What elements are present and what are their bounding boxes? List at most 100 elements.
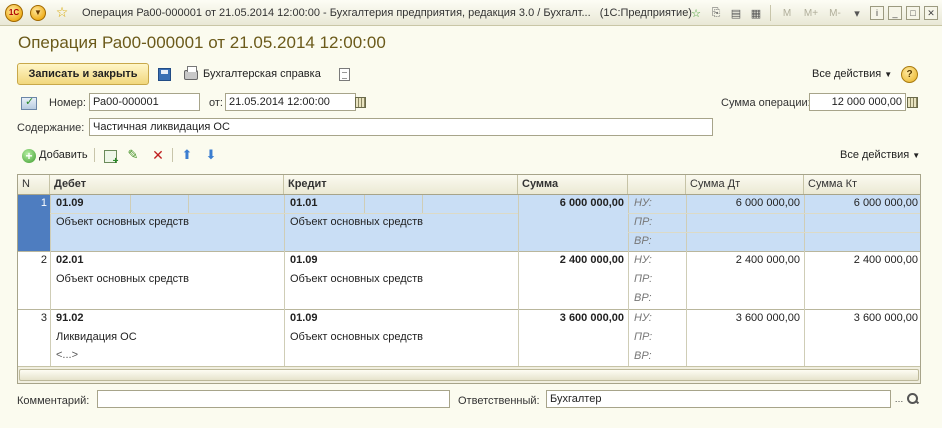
save-and-close-button[interactable]: Записать и закрыть — [17, 63, 149, 85]
type-nu-label: НУ: — [634, 197, 652, 209]
favorites-star-icon[interactable]: ☆ — [52, 3, 72, 23]
row-number: 1 — [18, 195, 50, 251]
app-logo-icon[interactable]: 1С — [4, 3, 24, 23]
type-pr-label: ПР: — [634, 331, 653, 343]
type-nu-label: НУ: — [634, 254, 652, 266]
row-sum-dt[interactable]: 6 000 000,00 — [686, 197, 804, 209]
delete-icon[interactable]: ✕ — [149, 146, 167, 164]
maximize-icon[interactable]: □ — [906, 6, 920, 20]
page-title: Операция Ра00-000001 от 21.05.2014 12:00… — [18, 33, 386, 52]
content-field[interactable]: Частичная ликвидация ОС — [89, 118, 713, 136]
debit-subconto[interactable]: Объект основных средств — [52, 273, 282, 285]
posted-status-icon — [20, 94, 38, 112]
type-vr-label: ВР: — [634, 235, 652, 247]
debit-account[interactable]: 02.01 — [52, 254, 130, 266]
type-nu-label: НУ: — [634, 312, 652, 324]
toolbar-separator — [172, 148, 173, 162]
row-sum-dt[interactable]: 2 400 000,00 — [686, 254, 804, 266]
horizontal-scrollbar[interactable] — [18, 366, 920, 383]
debit-account[interactable]: 01.09 — [52, 197, 130, 209]
printer-icon[interactable] — [182, 66, 200, 84]
row-sum[interactable]: 6 000 000,00 — [518, 197, 628, 209]
save-disk-icon[interactable] — [155, 65, 173, 83]
credit-account[interactable]: 01.09 — [286, 312, 364, 324]
credit-subconto[interactable]: Объект основных средств — [286, 273, 516, 285]
amount-field[interactable]: 12 000 000,00 — [809, 93, 906, 111]
row-sum-kt[interactable]: 3 600 000,00 — [804, 312, 920, 324]
calendar-icon[interactable]: ▦ — [747, 4, 765, 22]
copy-link-icon[interactable]: ⎘ — [707, 4, 725, 22]
credit-account[interactable]: 01.01 — [286, 197, 364, 209]
header-sum-kt[interactable]: Сумма Кт — [804, 175, 920, 194]
debit-subconto[interactable]: Объект основных средств — [52, 216, 282, 228]
help-button[interactable]: ? — [901, 66, 918, 83]
chevron-down-icon: ▼ — [30, 4, 46, 21]
credit-subconto[interactable]: Объект основных средств — [286, 331, 516, 343]
debit-subconto-empty[interactable]: <...> — [52, 349, 282, 361]
row-sum-kt[interactable]: 2 400 000,00 — [804, 254, 920, 266]
chevron-down-icon[interactable]: ▾ — [848, 4, 866, 22]
table-row[interactable]: 3 91.02 Ликвидация ОС <...> 01.09 Объект… — [18, 310, 920, 367]
row-number: 3 — [40, 312, 47, 324]
minimize-icon[interactable]: _ — [888, 6, 902, 20]
chevron-down-icon: ▼ — [884, 70, 893, 79]
add-favorite-icon[interactable]: ☆ — [687, 4, 705, 22]
comment-field[interactable] — [97, 390, 450, 408]
row-sum-dt[interactable]: 3 600 000,00 — [686, 312, 804, 324]
scrollbar-thumb[interactable] — [19, 369, 919, 381]
amount-label: Сумма операции: — [721, 97, 811, 109]
comment-label: Комментарий: — [17, 395, 90, 407]
document-icon[interactable] — [335, 65, 353, 83]
search-icon[interactable] — [907, 393, 919, 405]
content-label: Содержание: — [17, 122, 85, 134]
type-vr-label: ВР: — [634, 292, 652, 304]
header-sum[interactable]: Сумма — [518, 175, 628, 194]
memory-plus-button[interactable]: M+ — [800, 4, 822, 22]
type-pr-label: ПР: — [634, 216, 653, 228]
memory-minus-button[interactable]: M- — [824, 4, 846, 22]
table-row[interactable]: 2 02.01 Объект основных средств 01.09 Об… — [18, 252, 920, 310]
toolbar-separator — [94, 148, 95, 162]
header-sum-dt[interactable]: Сумма Дт — [686, 175, 804, 194]
number-field[interactable]: Ра00-000001 — [89, 93, 200, 111]
main-menu-button[interactable]: ▼ — [28, 3, 48, 23]
row-sum[interactable]: 2 400 000,00 — [518, 254, 628, 266]
table-row[interactable]: 1 01.09 Объект основных средств 01.01 Об… — [18, 195, 920, 252]
move-up-icon[interactable]: ⬆ — [178, 146, 196, 164]
memory-button[interactable]: M — [776, 4, 798, 22]
debit-account[interactable]: 91.02 — [52, 312, 130, 324]
copy-row-icon[interactable] — [101, 147, 119, 167]
table-header: N Дебет Кредит Сумма Сумма Дт Сумма Кт — [18, 175, 920, 195]
row-sum-kt[interactable]: 6 000 000,00 — [804, 197, 920, 209]
row-sum[interactable]: 3 600 000,00 — [518, 312, 628, 324]
info-icon[interactable]: i — [870, 6, 884, 20]
responsible-label: Ответственный: — [458, 395, 540, 407]
entries-table[interactable]: N Дебет Кредит Сумма Сумма Дт Сумма Кт 1… — [17, 174, 921, 384]
header-n[interactable]: N — [18, 175, 50, 194]
responsible-field[interactable]: Бухгалтер — [546, 390, 891, 408]
close-icon[interactable]: ✕ — [924, 6, 938, 20]
move-down-icon[interactable]: ⬇ — [202, 146, 220, 164]
window-title-bar: 1С ▼ ☆ Операция Ра00-000001 от 21.05.201… — [0, 0, 942, 26]
all-actions-menu[interactable]: Все действия ▼ — [812, 68, 892, 80]
calculator-icon[interactable] — [905, 94, 919, 110]
accounting-report-button[interactable]: Бухгалтерская справка — [203, 68, 321, 80]
type-pr-label: ПР: — [634, 273, 653, 285]
header-credit[interactable]: Кредит — [284, 175, 518, 194]
header-type — [628, 175, 686, 194]
print-icon[interactable]: ▤ — [727, 4, 745, 22]
date-field[interactable]: 21.05.2014 12:00:00 — [225, 93, 356, 111]
debit-subconto[interactable]: Ликвидация ОС — [52, 331, 282, 343]
header-debit[interactable]: Дебет — [50, 175, 284, 194]
row-number: 2 — [40, 254, 47, 266]
select-ellipsis-button[interactable]: … — [892, 391, 906, 407]
add-row-button[interactable]: Добавить — [39, 149, 88, 161]
number-label: Номер: — [49, 97, 86, 109]
edit-pencil-icon[interactable]: ✎ — [124, 146, 142, 164]
credit-subconto[interactable]: Объект основных средств — [286, 216, 516, 228]
add-row-icon[interactable]: + — [20, 147, 38, 165]
table-all-actions-menu[interactable]: Все действия ▼ — [840, 149, 920, 161]
calendar-icon[interactable] — [353, 94, 367, 110]
credit-account[interactable]: 01.09 — [286, 254, 364, 266]
title-bar-tools: ☆ ⎘ ▤ ▦ M M+ M- ▾ i _ □ ✕ — [687, 0, 942, 26]
